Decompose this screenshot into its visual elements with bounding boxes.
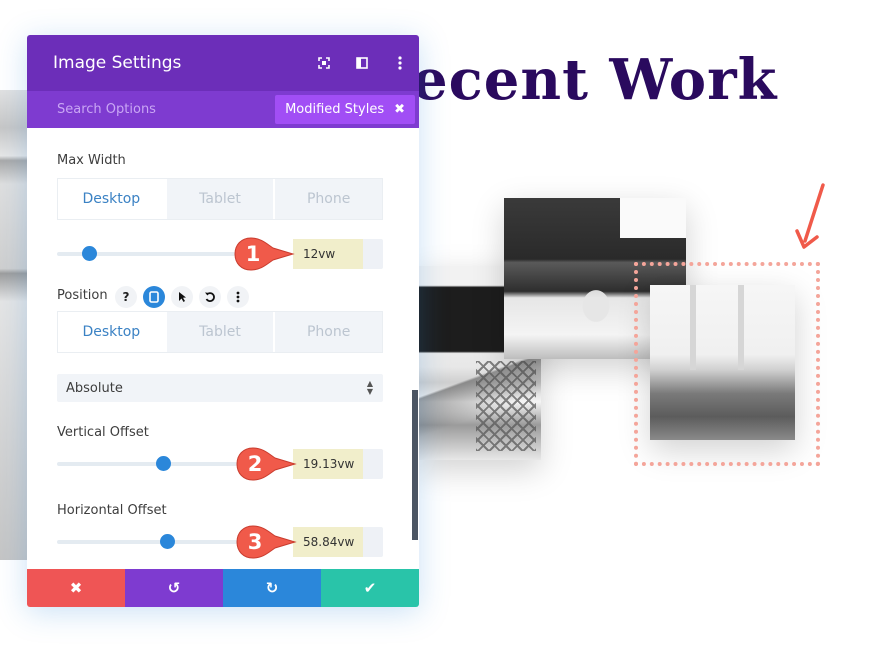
tab-desktop[interactable]: Desktop bbox=[58, 179, 165, 219]
hover-cursor-icon[interactable] bbox=[171, 286, 193, 308]
cancel-button[interactable]: ✖ bbox=[27, 569, 125, 607]
max-width-device-tabs: Desktop Tablet Phone bbox=[57, 178, 383, 220]
max-width-value[interactable]: 12vw bbox=[293, 239, 363, 269]
horizontal-offset-slider[interactable] bbox=[57, 534, 257, 549]
panel-header: Image Settings bbox=[27, 35, 419, 91]
reset-icon[interactable] bbox=[199, 286, 221, 308]
panel-footer: ✖ ↺ ↻ ✔ bbox=[27, 569, 419, 607]
page-canvas: ecent Work Image Settings Search Options… bbox=[0, 0, 880, 647]
position-select[interactable]: Absolute ▲ ▼ bbox=[57, 374, 383, 402]
select-arrows-icon: ▲ ▼ bbox=[366, 379, 373, 396]
panel-scrollbar[interactable] bbox=[412, 390, 418, 540]
annotation-marker-3: 3 bbox=[235, 524, 299, 560]
annotation-number: 3 bbox=[247, 530, 263, 554]
vertical-offset-input[interactable]: 19.13vw bbox=[293, 449, 383, 479]
position-option-icons: ? bbox=[115, 286, 249, 308]
filter-label: Modified Styles bbox=[285, 102, 385, 117]
vertical-offset-value[interactable]: 19.13vw bbox=[293, 449, 363, 479]
chair-detail bbox=[476, 361, 536, 451]
more-options-icon[interactable] bbox=[227, 286, 249, 308]
slider-handle[interactable] bbox=[82, 246, 97, 261]
annotation-arrow-icon bbox=[795, 183, 825, 249]
background-image-partial bbox=[0, 90, 30, 560]
position-label: Position bbox=[57, 288, 108, 303]
vertical-offset-label: Vertical Offset bbox=[57, 425, 149, 440]
tab-tablet[interactable]: Tablet bbox=[164, 312, 274, 352]
horizontal-offset-input[interactable]: 58.84vw bbox=[293, 527, 383, 557]
tab-desktop[interactable]: Desktop bbox=[58, 312, 165, 352]
responsive-icon[interactable] bbox=[143, 286, 165, 308]
position-device-tabs: Desktop Tablet Phone bbox=[57, 311, 383, 353]
modified-styles-filter[interactable]: Modified Styles ✖ bbox=[275, 95, 415, 124]
expand-icon[interactable] bbox=[305, 35, 343, 91]
max-width-label: Max Width bbox=[57, 153, 126, 168]
tab-phone[interactable]: Phone bbox=[273, 312, 383, 352]
page-heading: ecent Work bbox=[412, 47, 778, 113]
panel-subheader: Search Options Modified Styles ✖ bbox=[27, 91, 419, 128]
annotation-number: 2 bbox=[247, 452, 263, 476]
slider-handle[interactable] bbox=[156, 456, 171, 471]
horizontal-offset-label: Horizontal Offset bbox=[57, 503, 167, 518]
help-icon[interactable]: ? bbox=[115, 286, 137, 308]
panel-body: Max Width Desktop Tablet Phone 12vw 1 Po… bbox=[27, 128, 419, 569]
max-width-input[interactable]: 12vw bbox=[293, 239, 383, 269]
redo-button[interactable]: ↻ bbox=[223, 569, 321, 607]
annotation-marker-1: 1 bbox=[233, 236, 297, 272]
vertical-offset-slider[interactable] bbox=[57, 456, 257, 471]
selected-image-outline bbox=[634, 262, 820, 466]
window-detail bbox=[620, 198, 686, 238]
panel-title: Image Settings bbox=[53, 53, 182, 73]
image-settings-panel: Image Settings Search Options Modified S… bbox=[27, 35, 419, 607]
tab-phone[interactable]: Phone bbox=[273, 179, 383, 219]
tab-tablet[interactable]: Tablet bbox=[164, 179, 274, 219]
close-icon[interactable]: ✖ bbox=[394, 102, 405, 117]
save-button[interactable]: ✔ bbox=[321, 569, 419, 607]
undo-button[interactable]: ↺ bbox=[125, 569, 223, 607]
split-view-icon[interactable] bbox=[343, 35, 381, 91]
more-options-icon[interactable] bbox=[381, 35, 419, 91]
annotation-marker-2: 2 bbox=[235, 446, 299, 482]
slider-handle[interactable] bbox=[160, 534, 175, 549]
max-width-slider[interactable] bbox=[57, 246, 257, 261]
position-select-value: Absolute bbox=[66, 380, 123, 396]
horizontal-offset-value[interactable]: 58.84vw bbox=[293, 527, 363, 557]
annotation-number: 1 bbox=[245, 242, 261, 266]
